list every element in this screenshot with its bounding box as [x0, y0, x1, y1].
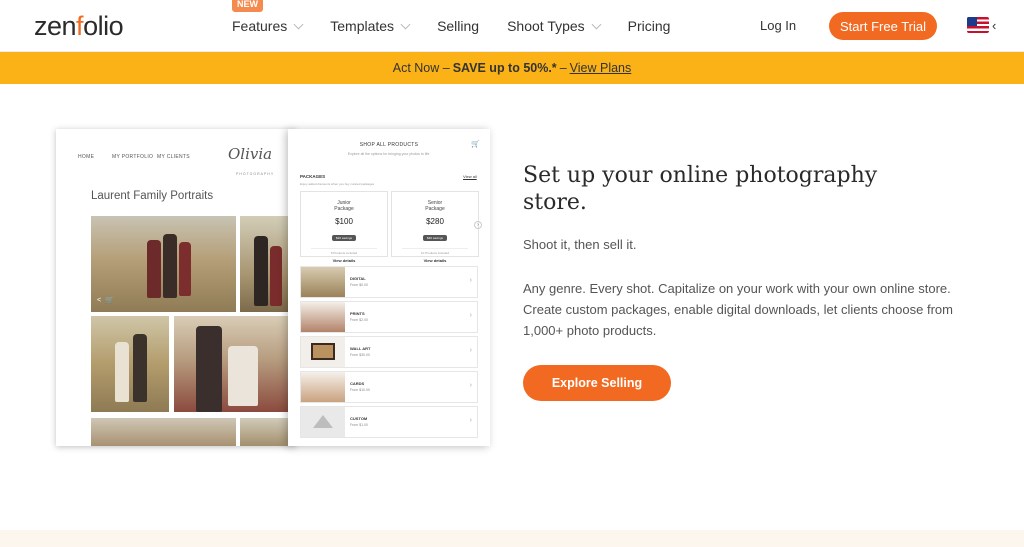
- family-photo: [174, 316, 296, 412]
- login-link[interactable]: Log In: [760, 18, 796, 33]
- chevron-right-icon: ›: [469, 277, 472, 284]
- mock-nav-home: HOME: [78, 154, 95, 160]
- chevron-right-icon: ›: [469, 382, 472, 389]
- package-card: Junior Package $100 $20 savings 8 Product…: [300, 191, 388, 263]
- start-free-trial-button[interactable]: Start Free Trial: [829, 12, 937, 40]
- chevron-down-icon: [293, 19, 304, 29]
- chevron-down-icon: [400, 19, 411, 29]
- nav-pricing[interactable]: Pricing: [628, 18, 671, 34]
- shop-preview-panel: SHOP ALL PRODUCTS Explore all the option…: [288, 129, 490, 446]
- hero-subtitle: Shoot it, then sell it.: [523, 237, 637, 252]
- package-price: $280: [426, 217, 444, 226]
- category-row: DIGITAL From $0.00 ›: [300, 266, 478, 298]
- category-thumbnail: [301, 337, 345, 367]
- nav-shoot-types[interactable]: Shoot Types: [507, 18, 602, 34]
- category-row: WALL ART From $30.00 ›: [300, 336, 478, 368]
- shop-title: SHOP ALL PRODUCTS: [359, 142, 419, 148]
- category-row: CARDS From $10.00 ›: [300, 371, 478, 403]
- photographer-signature-logo: Olivia: [228, 145, 273, 163]
- packages-label: PACKAGES: [300, 174, 326, 179]
- share-cart-icons: < 🛒: [97, 297, 114, 304]
- us-flag-icon[interactable]: [967, 17, 989, 33]
- savings-pill: $20 savings: [331, 235, 356, 241]
- chevron-right-icon: ›: [469, 312, 472, 319]
- site-header: zenfolio NEW Features Templates Selling …: [0, 0, 1024, 52]
- family-photo: [91, 316, 169, 412]
- main-nav: NEW Features Templates Selling Shoot Typ…: [232, 0, 698, 52]
- family-photo: [91, 418, 236, 446]
- download-icon: [301, 267, 345, 297]
- category-row: PRINTS From $2.00 ›: [300, 301, 478, 333]
- nav-features[interactable]: NEW Features: [232, 0, 304, 34]
- chevron-right-icon: ›: [469, 347, 472, 354]
- cart-icon: 🛒: [471, 141, 480, 148]
- mock-nav-clients: MY CLIENTS: [157, 154, 190, 160]
- mock-nav-portfolio: MY PORTFOLIO: [112, 154, 154, 160]
- signature-subtitle: PHOTOGRAPHY: [236, 172, 275, 176]
- category-row: CUSTOM From $1.00 ›: [300, 406, 478, 438]
- chevron-right-icon: ›: [469, 417, 472, 424]
- package-price: $100: [335, 217, 353, 226]
- shop-subtitle: Explore all the options for bringing you…: [347, 152, 431, 156]
- image-placeholder-icon: [301, 407, 345, 437]
- nav-selling[interactable]: Selling: [437, 18, 479, 34]
- language-chevron-icon[interactable]: ‹: [992, 18, 996, 33]
- category-thumbnail: [301, 302, 345, 332]
- promo-highlight: SAVE up to 50%.*: [452, 61, 557, 75]
- view-plans-link[interactable]: View Plans: [570, 61, 632, 75]
- zenfolio-logo[interactable]: zenfolio: [34, 11, 124, 42]
- chevron-right-icon: ›: [474, 221, 482, 229]
- savings-pill: $30 savings: [422, 235, 447, 241]
- promo-prefix: Act Now –: [392, 61, 450, 75]
- package-card: Senior Package $280 $30 savings 10 Produc…: [391, 191, 479, 263]
- packages-description: Enjoy added discounts when you buy curat…: [300, 182, 375, 186]
- explore-selling-button[interactable]: Explore Selling: [523, 365, 671, 401]
- gallery-title: Laurent Family Portraits: [91, 190, 214, 202]
- portfolio-preview: HOME MY PORTFOLIO MY CLIENTS Olivia PHOT…: [56, 129, 296, 446]
- hero-body: Any genre. Every shot. Capitalize on you…: [523, 281, 953, 338]
- category-thumbnail: [301, 372, 345, 402]
- promo-bar: Act Now – SAVE up to 50%.* – View Plans: [0, 52, 1024, 84]
- hero-title: Set up your online photography store.: [523, 163, 878, 215]
- new-badge: NEW: [232, 0, 263, 12]
- promo-separator: –: [559, 61, 567, 75]
- chevron-down-icon: [591, 19, 602, 29]
- next-section-strip: [0, 530, 1024, 547]
- nav-templates[interactable]: Templates: [330, 18, 411, 34]
- view-all-link: View all: [463, 174, 477, 179]
